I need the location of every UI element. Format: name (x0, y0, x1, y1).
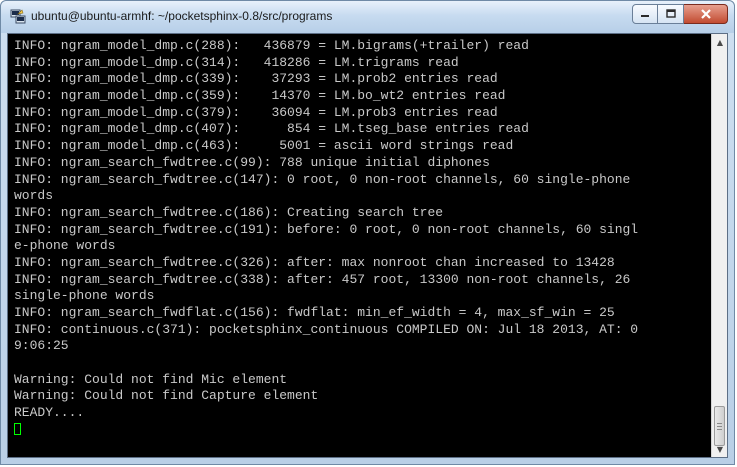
maximize-button[interactable] (658, 4, 684, 24)
window-controls (632, 4, 728, 26)
terminal-line: INFO: ngram_model_dmp.c(288): 436879 = L… (14, 38, 529, 53)
terminal-line: INFO: ngram_search_fwdtree.c(99): 788 un… (14, 154, 490, 170)
scroll-thumb[interactable] (714, 406, 725, 446)
terminal-line: INFO: ngram_search_fwdtree.c(326): after… (14, 254, 615, 270)
grip-line (717, 426, 722, 427)
terminal-line: INFO: ngram_search_fwdtree.c(186): Creat… (14, 204, 444, 220)
text-cursor (14, 423, 21, 436)
terminal-line: single-phone words (14, 288, 155, 304)
terminal-line: INFO: ngram_search_fwdflat.c(156): fwdfl… (14, 305, 615, 320)
terminal-line: INFO: ngram_model_dmp.c(359): 14370 = LM… (14, 88, 506, 104)
terminal-client-area: INFO: ngram_model_dmp.c(288): 436879 = L… (7, 33, 728, 458)
window-title: ubuntu@ubuntu-armhf: ~/pocketsphinx-0.8/… (31, 9, 333, 23)
terminal-line: INFO: ngram_model_dmp.c(407): 854 = LM.t… (14, 121, 529, 137)
terminal-line: 9:06:25 (14, 338, 69, 354)
terminal-window: ubuntu@ubuntu-armhf: ~/pocketsphinx-0.8/… (0, 0, 735, 465)
terminal-line: INFO: ngram_search_fwdtree.c(338): after… (14, 271, 631, 287)
terminal-line: READY.... (14, 405, 85, 421)
minimize-icon (641, 15, 649, 17)
scroll-up-button[interactable]: ▲ (712, 34, 728, 50)
terminal-line: INFO: ngram_search_fwdtree.c(191): befor… (14, 221, 639, 237)
close-button[interactable] (684, 4, 728, 24)
scroll-down-button[interactable]: ▼ (712, 441, 728, 457)
terminal-line: INFO: ngram_model_dmp.c(379): 36094 = LM… (14, 104, 498, 120)
terminal-line: words (14, 188, 54, 204)
terminal-line: Warning: Could not find Capture element (14, 388, 319, 404)
vertical-scrollbar[interactable]: ▲ ▼ (711, 34, 727, 457)
grip-line (717, 429, 722, 430)
terminal-line: INFO: ngram_model_dmp.c(339): 37293 = LM… (14, 71, 498, 87)
minimize-button[interactable] (632, 4, 658, 24)
prompt-line (14, 422, 711, 439)
putty-icon (10, 9, 26, 24)
terminal-line: Warning: Could not find Mic element (14, 371, 288, 387)
terminal-line: e-phone words (14, 238, 116, 254)
title-bar[interactable]: ubuntu@ubuntu-armhf: ~/pocketsphinx-0.8/… (1, 1, 734, 33)
grip-line (717, 423, 722, 424)
terminal-output[interactable]: INFO: ngram_model_dmp.c(288): 436879 = L… (8, 34, 711, 457)
terminal-line: INFO: continuous.c(371): pocketsphinx_co… (14, 321, 639, 337)
terminal-line: INFO: ngram_model_dmp.c(463): 5001 = asc… (14, 138, 514, 154)
arrow-up-icon: ▲ (716, 37, 724, 47)
terminal-line: INFO: ngram_search_fwdtree.c(147): 0 roo… (14, 171, 631, 187)
terminal-line: INFO: ngram_model_dmp.c(314): 418286 = L… (14, 54, 459, 70)
maximize-icon (665, 9, 676, 18)
close-icon (700, 9, 711, 19)
arrow-down-icon: ▼ (716, 444, 724, 454)
